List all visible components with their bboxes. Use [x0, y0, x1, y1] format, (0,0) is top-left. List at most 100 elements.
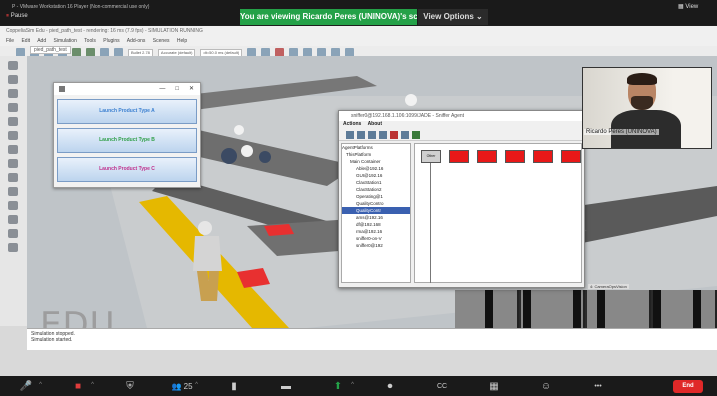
mute-button[interactable]: 🎤 ^ — [0, 376, 52, 396]
user-settings-icon[interactable] — [8, 243, 18, 252]
menu-about[interactable]: About — [368, 121, 382, 127]
security-button[interactable]: ⛨ — [104, 376, 156, 396]
participant-video-tile[interactable] — [582, 67, 712, 149]
tree-item[interactable]: sniffer0@192 — [342, 242, 410, 249]
grid-icon: ▦ — [678, 4, 684, 10]
menu-tools[interactable]: Tools — [84, 38, 96, 44]
agent-lifeline — [430, 163, 431, 283]
layers-icon[interactable] — [8, 215, 18, 224]
tree-item[interactable]: Able@192.16 — [342, 165, 410, 172]
page-selector-icon[interactable] — [8, 61, 18, 70]
message-icon[interactable] — [379, 130, 387, 139]
scene-tab[interactable]: pied_path_test — [30, 46, 71, 54]
video-recorder-icon[interactable] — [8, 229, 18, 238]
launch-product-a-button[interactable]: Launch Product Type A — [57, 99, 197, 124]
reactions-icon: ☺ — [540, 380, 552, 392]
tree-item[interactable]: Operating@1 — [342, 193, 410, 200]
model-browser-icon[interactable] — [8, 187, 18, 196]
sniffer-canvas[interactable]: Other — [414, 143, 582, 283]
minimize-button[interactable]: — — [159, 83, 165, 95]
agent-box[interactable] — [533, 150, 553, 163]
participants-button[interactable]: 👥 25 ^ — [156, 376, 208, 396]
pause-icon: ⏸ — [6, 13, 10, 19]
exit-icon[interactable] — [412, 130, 420, 139]
caret-icon[interactable]: ^ — [195, 382, 198, 388]
sniffer-menu-bar: Actions About — [339, 121, 584, 129]
tree-item[interactable]: ThisPlatform — [342, 151, 410, 158]
agent-box[interactable] — [561, 150, 581, 163]
participant-name: Ricardo Peres (UNINOVA) — [584, 129, 659, 135]
caret-icon[interactable]: ^ — [91, 382, 94, 388]
reactions-button[interactable]: ☺ — [520, 376, 572, 396]
tree-item[interactable]: ClaxStation1 — [342, 179, 410, 186]
do-not-sniff-icon[interactable] — [401, 130, 409, 139]
robot-arm — [405, 94, 417, 106]
clear-canvas-icon[interactable] — [346, 130, 354, 139]
menu-actions[interactable]: Actions — [343, 121, 361, 127]
tree-item[interactable]: rma@192.16 — [342, 228, 410, 235]
pause-label: Pause — [10, 13, 28, 19]
camera-view-label: 4: CameraOpsVision — [588, 284, 629, 289]
agent-box-other[interactable]: Other — [421, 150, 441, 163]
agent-box[interactable] — [449, 150, 469, 163]
object-properties-icon[interactable] — [8, 103, 18, 112]
launch-product-b-button[interactable]: Launch Product Type B — [57, 128, 197, 153]
breakout-rooms-button[interactable]: ▦ — [468, 376, 520, 396]
tree-item[interactable]: Main Container — [342, 158, 410, 165]
view-options-button[interactable]: View Options ⌄ — [418, 9, 488, 25]
tree-item[interactable]: sniffer0-on-V — [342, 235, 410, 242]
tree-item-selected[interactable]: QualityContr — [342, 207, 410, 214]
path-edit-icon[interactable] — [8, 173, 18, 182]
view-button[interactable]: ▦ View — [678, 3, 698, 10]
agent-box[interactable] — [505, 150, 525, 163]
menu-help[interactable]: Help — [177, 38, 187, 44]
scene-selector-icon[interactable] — [8, 75, 18, 84]
menu-edit[interactable]: Edit — [21, 38, 30, 44]
mute-icon: 🎤 — [19, 380, 33, 392]
scripts-icon[interactable] — [8, 145, 18, 154]
console-output: Simulation stopped. Simulation started. — [27, 328, 717, 350]
menu-add[interactable]: Add — [37, 38, 46, 44]
more-button[interactable]: ••• — [572, 376, 624, 396]
open-icon[interactable] — [357, 130, 365, 139]
polls-button[interactable]: ▮ — [208, 376, 260, 396]
menu-plugins[interactable]: Plugins — [103, 38, 119, 44]
participants-icon: 👥 25 — [171, 381, 193, 391]
screen-share-banner: You are viewing Ricardo Peres (UNINOVA)'… — [240, 9, 417, 25]
save-icon[interactable] — [368, 130, 376, 139]
caret-icon[interactable]: ^ — [351, 382, 354, 388]
pause-indicator[interactable]: ⏸ Pause — [6, 13, 28, 20]
agent-box[interactable] — [477, 150, 497, 163]
menu-addons[interactable]: Add-ons — [127, 38, 146, 44]
tree-item[interactable]: ClaxStation2 — [342, 186, 410, 193]
record-button[interactable]: ⏺ — [364, 376, 416, 396]
menu-simulation[interactable]: Simulation — [54, 38, 77, 44]
end-meeting-button[interactable]: End — [673, 380, 703, 393]
tree-item[interactable]: GUI@192.16 — [342, 172, 410, 179]
scene-hierarchy-icon[interactable] — [8, 201, 18, 210]
tree-item[interactable]: QualityContro — [342, 200, 410, 207]
more-icon: ••• — [594, 382, 602, 390]
caret-icon[interactable]: ^ — [39, 382, 42, 388]
share-screen-button[interactable]: ⬆ ^ — [312, 376, 364, 396]
video-button[interactable]: ■ ^ — [52, 376, 104, 396]
tree-item[interactable]: ams@192.16 — [342, 214, 410, 221]
close-button[interactable]: ✕ — [189, 83, 194, 95]
shape-edit-icon[interactable] — [8, 159, 18, 168]
menu-scenes[interactable]: Scenes — [153, 38, 170, 44]
chat-button[interactable]: ▬ — [260, 376, 312, 396]
simulation-settings-icon[interactable] — [8, 89, 18, 98]
tree-item[interactable]: df@192.168 — [342, 221, 410, 228]
calculation-modules-icon[interactable] — [8, 117, 18, 126]
maximize-button[interactable]: □ — [175, 83, 179, 95]
agent-tree: AgentPlatforms ThisPlatform Main Contain… — [341, 143, 411, 283]
sniffer-agent-window: sniffer0@192.168.1.106:1099/JADE - Sniff… — [338, 110, 585, 288]
sniffer-title: sniffer0@192.168.1.106:1099/JADE - Sniff… — [339, 111, 584, 121]
collections-icon[interactable] — [8, 131, 18, 140]
do-sniff-icon[interactable] — [390, 130, 398, 139]
menu-file[interactable]: File — [6, 38, 14, 44]
tree-item[interactable]: AgentPlatforms — [342, 144, 410, 151]
closed-caption-button[interactable]: CC — [416, 376, 468, 396]
share-screen-icon: ⬆ — [333, 380, 343, 392]
launch-product-c-button[interactable]: Launch Product Type C — [57, 157, 197, 182]
